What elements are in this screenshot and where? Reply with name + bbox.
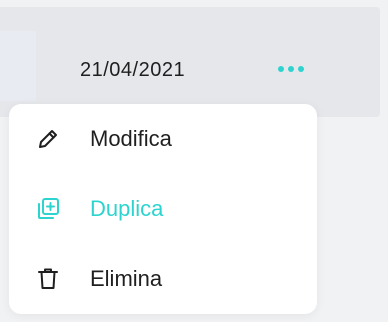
more-horizontal-icon-dot — [278, 66, 284, 72]
menu-item-label: Modifica — [90, 126, 172, 151]
row-cell — [0, 31, 36, 101]
duplicate-icon — [35, 196, 61, 222]
pencil-icon — [35, 126, 61, 152]
more-options-button[interactable] — [272, 55, 310, 83]
context-menu: Modifica Duplica Elimina — [9, 104, 317, 314]
menu-item-duplica[interactable]: Duplica — [9, 179, 317, 239]
row-date: 21/04/2021 — [80, 59, 186, 81]
more-horizontal-icon-dot — [288, 66, 294, 72]
more-horizontal-icon-dot — [298, 66, 304, 72]
trash-icon — [35, 266, 61, 292]
table-row: 21/04/2021 — [0, 7, 380, 117]
menu-item-elimina[interactable]: Elimina — [9, 249, 317, 309]
menu-item-modifica[interactable]: Modifica — [9, 109, 317, 169]
menu-item-label: Elimina — [90, 266, 163, 291]
menu-item-label: Duplica — [90, 196, 164, 221]
